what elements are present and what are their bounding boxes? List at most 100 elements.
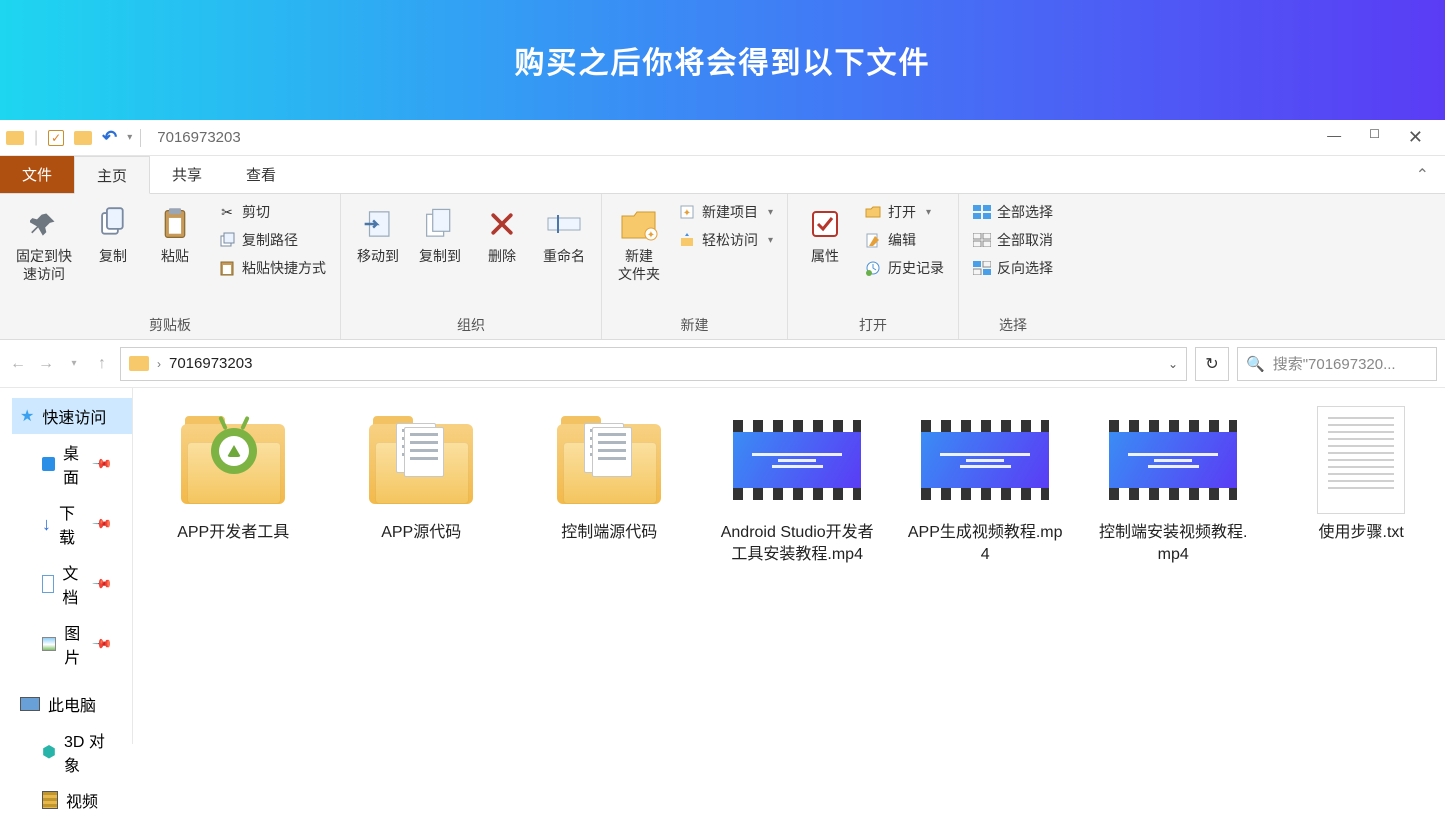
new-item-button[interactable]: ✦新建项目▾: [674, 200, 777, 224]
file-item[interactable]: 使用步骤.txt: [1281, 406, 1441, 544]
film-icon: [42, 791, 58, 809]
window-title: 7016973203: [157, 129, 240, 146]
checkbox-icon[interactable]: ✓: [48, 130, 64, 146]
nav-forward-button[interactable]: →: [36, 354, 56, 374]
maximize-button[interactable]: ☐: [1369, 127, 1380, 148]
select-all-button[interactable]: 全部选择: [969, 200, 1057, 224]
file-item[interactable]: 控制端安装视频教程.mp4: [1093, 406, 1253, 565]
workspace: ★ 快速访问 桌面 📌 ↓下载 📌 文档 📌 图片 📌 此电脑 ⬢3D 对象 视…: [0, 388, 1445, 744]
edit-button[interactable]: 编辑: [860, 228, 948, 252]
file-list[interactable]: APP开发者工具 APP源代码 控制端源代码 Android Studio开发者工具安…: [133, 388, 1445, 744]
folder-icon: [557, 416, 661, 504]
nav-up-button[interactable]: ↑: [92, 354, 112, 374]
folder-icon: [129, 356, 149, 371]
copy-path-icon: [218, 231, 236, 249]
history-button[interactable]: 历史记录: [860, 256, 948, 280]
folder-icon: [181, 416, 285, 504]
document-icon: [42, 575, 54, 593]
tab-share[interactable]: 共享: [150, 156, 224, 193]
search-input[interactable]: 🔍 搜索"701697320...: [1237, 347, 1437, 381]
easy-access-button[interactable]: 轻松访问▾: [674, 228, 777, 252]
minimize-button[interactable]: —: [1327, 127, 1341, 148]
file-name: 使用步骤.txt: [1319, 522, 1404, 544]
file-name: Android Studio开发者工具安装教程.mp4: [717, 522, 877, 565]
rename-button[interactable]: 重命名: [537, 200, 591, 270]
move-to-icon: [358, 204, 398, 244]
sidebar-3d-objects[interactable]: ⬢3D 对象: [12, 722, 132, 782]
open-icon: [864, 203, 882, 221]
rename-icon: [544, 204, 584, 244]
copy-icon: [93, 204, 133, 244]
new-item-icon: ✦: [678, 203, 696, 221]
breadcrumb-path[interactable]: 7016973203: [169, 355, 252, 372]
copy-to-button[interactable]: 复制到: [413, 200, 467, 270]
copy-path-button[interactable]: 复制路径: [214, 228, 330, 252]
sidebar-videos[interactable]: 视频: [12, 782, 132, 818]
undo-icon[interactable]: ↶: [102, 127, 117, 148]
tab-file[interactable]: 文件: [0, 156, 74, 193]
pin-icon: 📌: [91, 513, 114, 536]
desktop-icon: [42, 457, 55, 471]
svg-text:✦: ✦: [647, 230, 655, 241]
svg-text:✦: ✦: [683, 208, 691, 219]
sidebar-quick-access[interactable]: ★ 快速访问: [12, 398, 132, 434]
file-item[interactable]: Android Studio开发者工具安装教程.mp4: [717, 406, 877, 565]
new-folder-button[interactable]: ✦ 新建 文件夹: [612, 200, 666, 287]
file-item[interactable]: APP生成视频教程.mp4: [905, 406, 1065, 565]
properties-icon: [805, 204, 845, 244]
collapse-ribbon-button[interactable]: ⌃: [1416, 156, 1445, 193]
file-name: APP源代码: [381, 522, 461, 544]
tab-view[interactable]: 查看: [224, 156, 298, 193]
sidebar-pictures[interactable]: 图片 📌: [12, 614, 132, 674]
copy-button[interactable]: 复制: [86, 200, 140, 270]
file-name: 控制端源代码: [561, 522, 657, 544]
nav-back-button[interactable]: ←: [8, 354, 28, 374]
sidebar-downloads[interactable]: ↓下载 📌: [12, 494, 132, 554]
star-icon: ★: [20, 406, 34, 426]
chevron-right-icon: ›: [157, 357, 161, 371]
pin-icon: 📌: [91, 633, 114, 656]
chevron-down-icon[interactable]: ⌄: [1168, 357, 1178, 371]
paste-shortcut-icon: [218, 259, 236, 277]
select-all-icon: [973, 203, 991, 221]
nav-recent-button[interactable]: ▾: [64, 354, 84, 374]
properties-button[interactable]: 属性: [798, 200, 852, 270]
window-titlebar: | ✓ ↶ ▾ 7016973203 — ☐ ✕: [0, 120, 1445, 156]
select-none-icon: [973, 231, 991, 249]
search-placeholder: 搜索"701697320...: [1273, 353, 1396, 374]
folder-icon: [369, 416, 473, 504]
paste-button[interactable]: 粘贴: [148, 200, 202, 270]
pin-icon: 📌: [91, 453, 114, 476]
sidebar-documents[interactable]: 文档 📌: [12, 554, 132, 614]
tab-home[interactable]: 主页: [74, 156, 150, 194]
open-button[interactable]: 打开▾: [860, 200, 948, 224]
text-file-icon: [1317, 406, 1405, 514]
ribbon-group-new: ✦ 新建 文件夹 ✦新建项目▾ 轻松访问▾ 新建: [602, 194, 788, 339]
copy-to-icon: [420, 204, 460, 244]
file-item[interactable]: APP源代码: [341, 406, 501, 544]
cube-icon: ⬢: [42, 742, 56, 762]
easy-access-icon: [678, 231, 696, 249]
sidebar-desktop[interactable]: 桌面 📌: [12, 434, 132, 494]
pictures-icon: [42, 637, 56, 651]
move-to-button[interactable]: 移动到: [351, 200, 405, 270]
promo-banner: 购买之后你将会得到以下文件: [0, 0, 1445, 120]
delete-icon: [482, 204, 522, 244]
file-item[interactable]: 控制端源代码: [529, 406, 689, 544]
download-icon: ↓: [42, 514, 51, 535]
folder-icon[interactable]: [6, 131, 24, 145]
video-icon: [921, 420, 1049, 500]
close-button[interactable]: ✕: [1408, 127, 1423, 148]
invert-selection-icon: [973, 259, 991, 277]
file-item[interactable]: APP开发者工具: [153, 406, 313, 544]
delete-button[interactable]: 删除: [475, 200, 529, 270]
select-none-button[interactable]: 全部取消: [969, 228, 1057, 252]
refresh-button[interactable]: ↻: [1195, 347, 1229, 381]
folder-icon[interactable]: [74, 131, 92, 145]
sidebar-this-pc[interactable]: 此电脑: [12, 686, 132, 722]
invert-selection-button[interactable]: 反向选择: [969, 256, 1057, 280]
paste-shortcut-button[interactable]: 粘贴快捷方式: [214, 256, 330, 280]
cut-button[interactable]: ✂剪切: [214, 200, 330, 224]
pin-quick-access-button[interactable]: 固定到快 速访问: [10, 200, 78, 287]
address-bar[interactable]: › 7016973203 ⌄: [120, 347, 1187, 381]
